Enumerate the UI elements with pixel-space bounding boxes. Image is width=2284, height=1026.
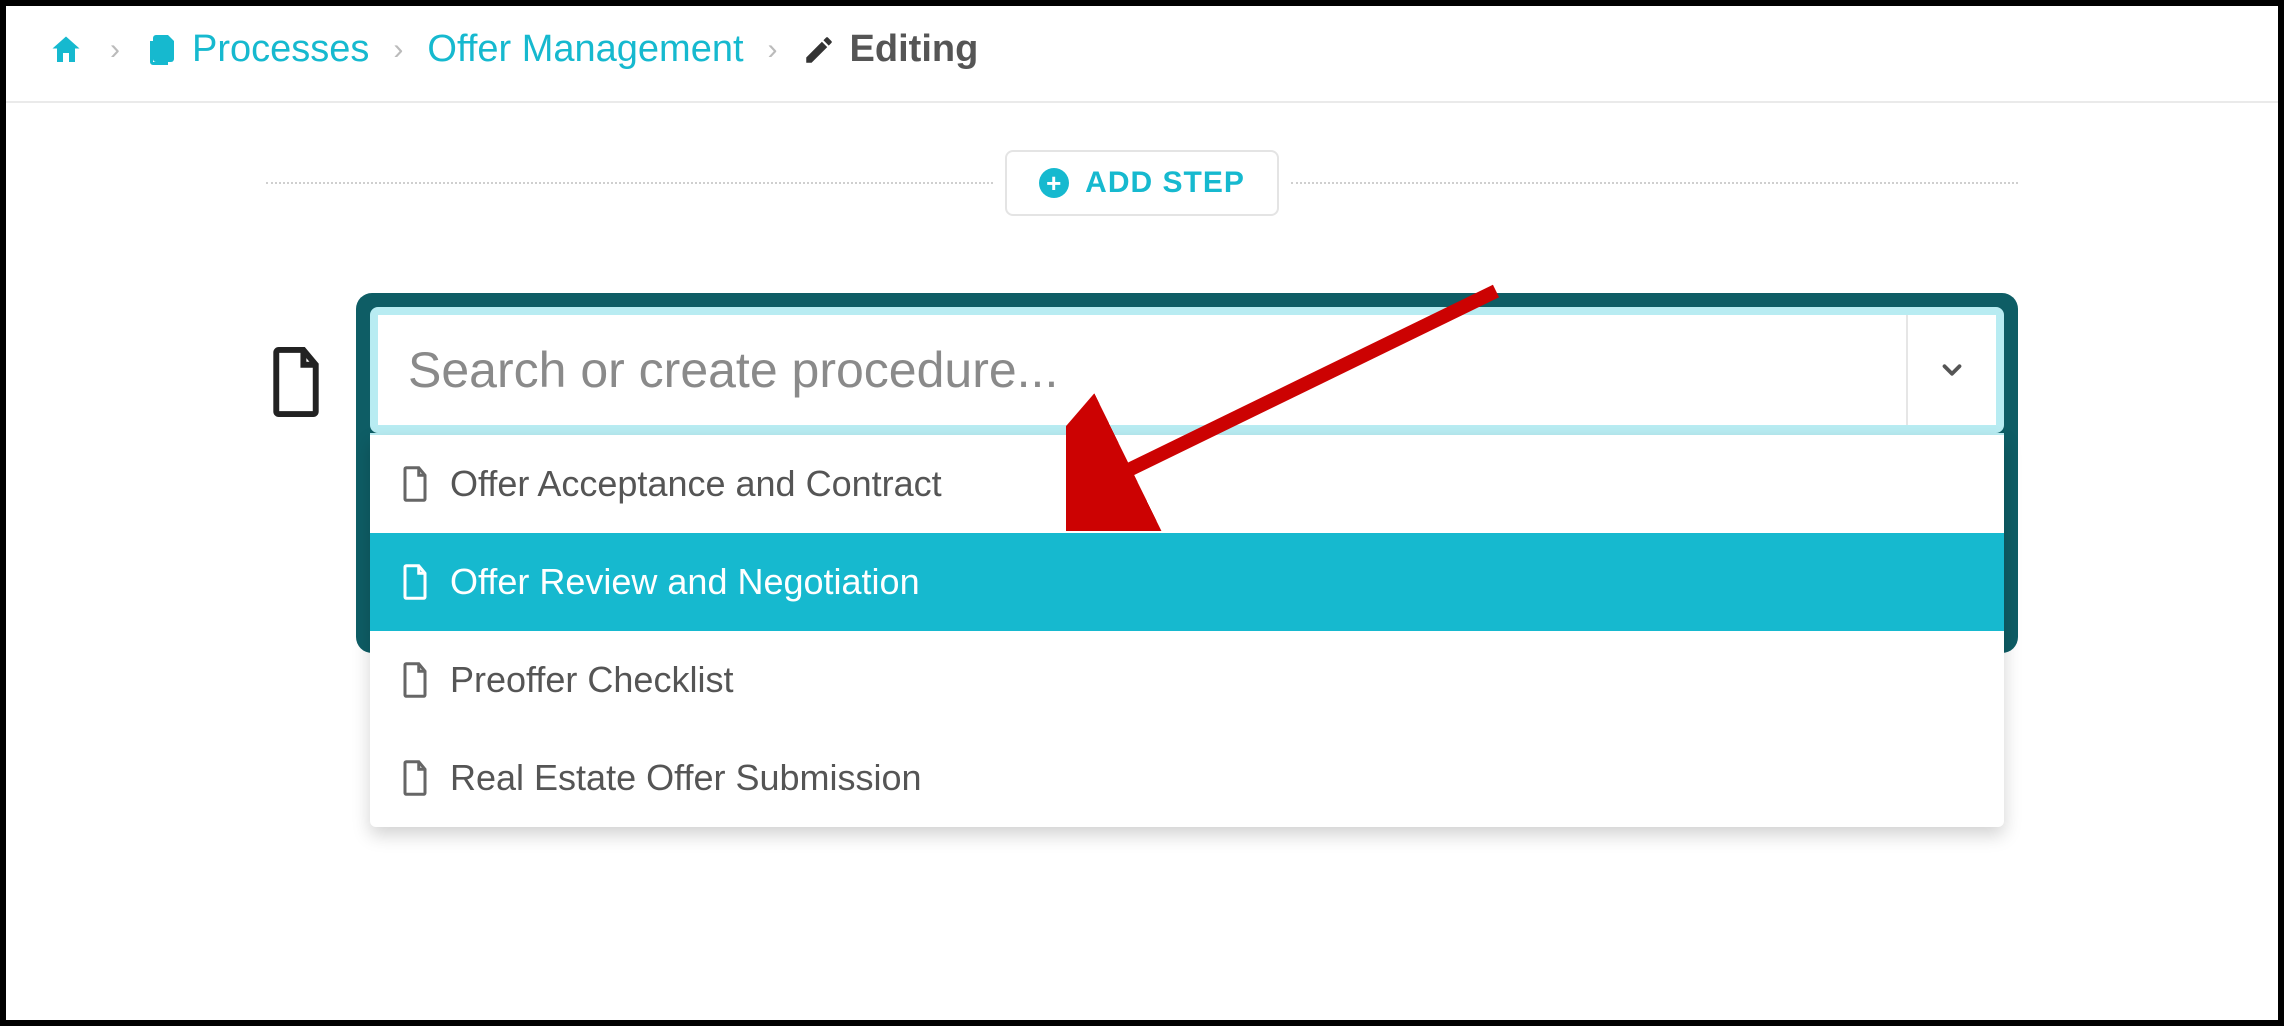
chevron-right-icon: › bbox=[393, 33, 403, 67]
procedure-search-input[interactable] bbox=[378, 315, 1906, 425]
dropdown-item[interactable]: Offer Review and Negotiation bbox=[370, 533, 2004, 631]
step-card: Offer Acceptance and Contract Offer Revie… bbox=[356, 293, 2018, 827]
chevron-down-icon bbox=[1937, 355, 1967, 385]
breadcrumb-editing: Editing bbox=[802, 28, 979, 71]
dropdown-item-label: Offer Review and Negotiation bbox=[450, 561, 920, 603]
step-row: Offer Acceptance and Contract Offer Revie… bbox=[266, 293, 2018, 827]
breadcrumb-editing-label: Editing bbox=[850, 28, 979, 71]
dropdown-item[interactable]: Real Estate Offer Submission bbox=[370, 729, 2004, 827]
chevron-right-icon: › bbox=[110, 33, 120, 67]
documents-icon bbox=[144, 32, 180, 68]
document-icon bbox=[400, 465, 430, 503]
document-icon bbox=[266, 345, 336, 419]
divider-line bbox=[266, 182, 993, 184]
add-step-divider: + ADD STEP bbox=[266, 143, 2018, 223]
procedure-search-box bbox=[370, 307, 2004, 433]
dropdown-item-label: Real Estate Offer Submission bbox=[450, 757, 922, 799]
chevron-right-icon: › bbox=[768, 33, 778, 67]
app-frame: › Processes › Offer Management › Editing… bbox=[0, 0, 2284, 1026]
plus-circle-icon: + bbox=[1039, 168, 1069, 198]
document-icon bbox=[400, 661, 430, 699]
divider-line bbox=[1291, 182, 2018, 184]
dropdown-item[interactable]: Offer Acceptance and Contract bbox=[370, 435, 2004, 533]
add-step-label: ADD STEP bbox=[1085, 166, 1245, 200]
dropdown-toggle[interactable] bbox=[1906, 315, 1996, 425]
pencil-icon bbox=[802, 33, 836, 67]
breadcrumb: › Processes › Offer Management › Editing bbox=[6, 6, 2278, 103]
document-icon bbox=[400, 563, 430, 601]
breadcrumb-processes-label: Processes bbox=[192, 28, 369, 71]
breadcrumb-offer-management[interactable]: Offer Management bbox=[427, 28, 743, 71]
main-area: + ADD STEP bbox=[6, 103, 2278, 827]
document-icon bbox=[400, 759, 430, 797]
add-step-button[interactable]: + ADD STEP bbox=[1005, 150, 1279, 216]
procedure-dropdown: Offer Acceptance and Contract Offer Revie… bbox=[370, 435, 2004, 827]
breadcrumb-processes[interactable]: Processes bbox=[144, 28, 369, 71]
dropdown-item-label: Preoffer Checklist bbox=[450, 659, 733, 701]
home-icon[interactable] bbox=[46, 32, 86, 68]
dropdown-item-label: Offer Acceptance and Contract bbox=[450, 463, 942, 505]
dropdown-item[interactable]: Preoffer Checklist bbox=[370, 631, 2004, 729]
breadcrumb-offer-management-label: Offer Management bbox=[427, 28, 743, 71]
